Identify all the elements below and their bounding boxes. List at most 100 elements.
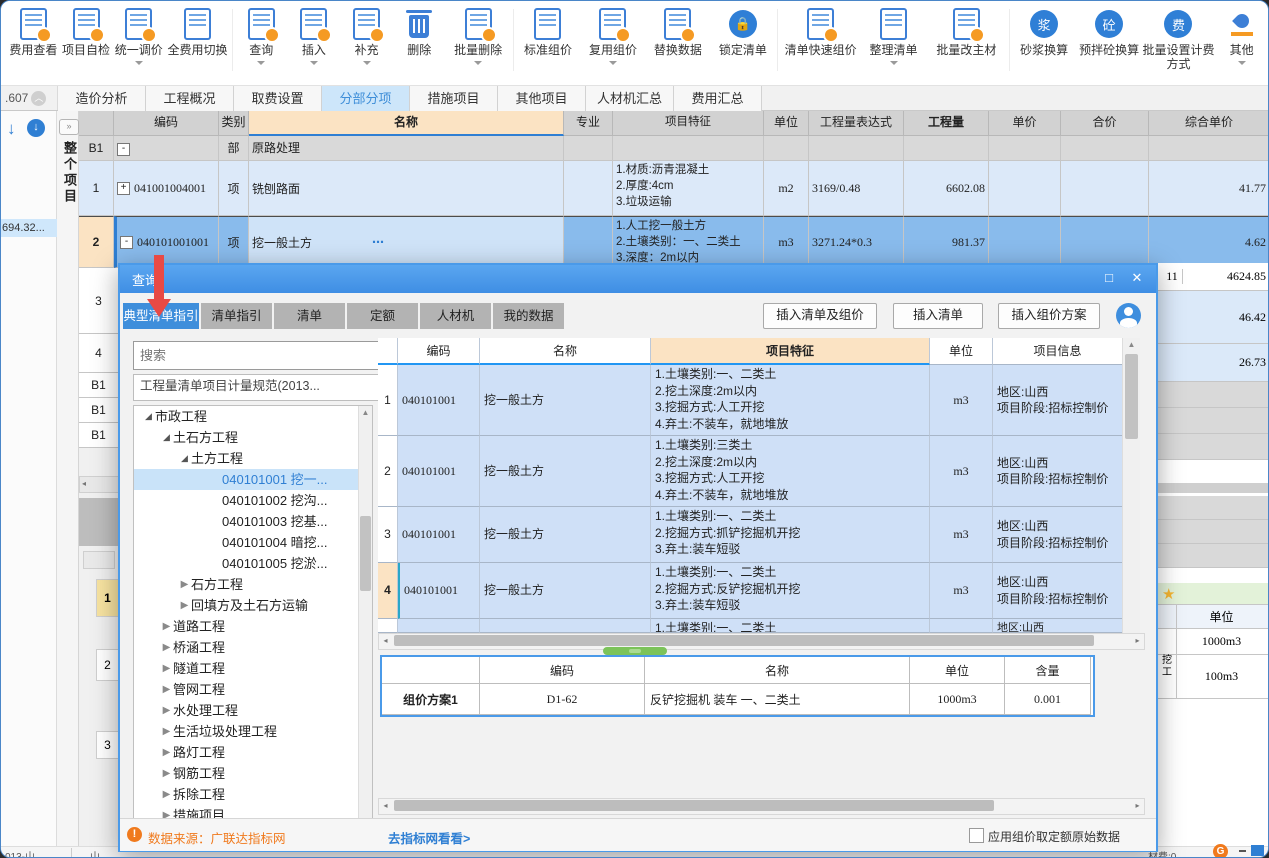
col-total-price[interactable]: 合价 [1061, 111, 1149, 136]
tree-item[interactable]: ◢土方工程 [134, 448, 372, 469]
table-row[interactable]: B1 - 部 原路处理 [79, 136, 1269, 161]
pane-splitter-handle[interactable] [603, 647, 667, 655]
scroll-right-icon[interactable]: ▸ [1131, 634, 1144, 647]
tree-item[interactable]: 040101002 挖沟... [134, 490, 372, 511]
tab-fee-settings[interactable]: 取费设置 [234, 86, 322, 111]
apply-original-quota-checkbox[interactable] [969, 828, 984, 843]
taskbar-app-icon[interactable] [1251, 845, 1264, 856]
tool-self-check[interactable]: 项目自检 [60, 5, 113, 57]
collapse-up-icon[interactable]: ︿ [31, 91, 46, 106]
tool-fee-view[interactable]: 费用查看 [7, 5, 60, 57]
tree-item[interactable]: 040101003 挖基... [134, 511, 372, 532]
tab-typical-list-guide[interactable]: 典型清单指引 [123, 303, 199, 329]
bottom-hscrollbar[interactable]: ◂ ▸ [378, 798, 1145, 815]
tab-list[interactable]: 清单 [274, 303, 345, 329]
lower-pane-tab[interactable] [83, 551, 115, 569]
tool-batch-delete[interactable]: 批量删除 [446, 5, 511, 69]
tree-item[interactable]: ▶路灯工程 [134, 742, 372, 763]
insert-list-button[interactable]: 插入清单 [893, 303, 983, 329]
plan-row[interactable]: 组价方案1 D1-62 反铲挖掘机 装车 一、二类土 1000m3 0.001 [382, 684, 1093, 715]
tab-cost-analysis[interactable]: 造价分析 [58, 86, 146, 111]
col-features[interactable]: 项目特征 [651, 338, 930, 365]
lower-row-num[interactable]: 2 [96, 649, 119, 681]
tool-lock-list[interactable]: 🔒 锁定清单 [710, 5, 775, 57]
result-row-partial[interactable]: 1.土壤类别:一、二类土 地区:山西 [378, 619, 1140, 633]
scrollbar-thumb[interactable] [1125, 354, 1138, 439]
scroll-left-icon[interactable]: ◂ [379, 799, 392, 812]
tool-concrete-convert[interactable]: 砼 预拌砼换算 [1077, 5, 1142, 57]
tool-supplement[interactable]: 补充 [340, 5, 393, 69]
col-code[interactable]: 编码 [398, 338, 480, 365]
col-composite-price[interactable]: 综合单价 [1149, 111, 1269, 136]
insert-pricing-plan-button[interactable]: 插入组价方案 [998, 303, 1100, 329]
tab-divisional-items[interactable]: 分部分项 [322, 86, 410, 111]
tool-quick-pricing[interactable]: 清单快速组价 [780, 5, 861, 57]
tree-item[interactable]: ▶道路工程 [134, 616, 372, 637]
user-avatar[interactable] [1116, 303, 1141, 328]
collapse-toggle[interactable]: - [117, 143, 130, 156]
scrollbar-thumb[interactable] [360, 516, 371, 591]
star-icon[interactable]: ★ [1162, 585, 1175, 603]
dialog-titlebar[interactable]: 查询 [120, 265, 1156, 293]
tab-my-data[interactable]: 我的数据 [493, 303, 564, 329]
tool-organize-list[interactable]: 整理清单 [861, 5, 926, 69]
tab-fee-summary[interactable]: 费用汇总 [674, 86, 762, 111]
tool-replace-data[interactable]: 替换数据 [645, 5, 710, 57]
col-unit-price[interactable]: 单价 [989, 111, 1061, 136]
insert-list-and-pricing-button[interactable]: 插入清单及组价 [763, 303, 877, 329]
result-row[interactable]: 2 040101001 挖一般土方 1.土壤类别:三类土 2.挖土深度:2m以内… [378, 436, 1140, 507]
download-icon[interactable]: ↓ [27, 119, 45, 137]
tree-item[interactable]: ◢市政工程 [134, 406, 372, 427]
minimize-icon[interactable] [1239, 850, 1246, 852]
expand-toggle[interactable]: + [117, 182, 130, 195]
tab-measure-items[interactable]: 措施项目 [410, 86, 498, 111]
col-specialty[interactable]: 专业 [564, 111, 613, 136]
tab-quota[interactable]: 定额 [347, 303, 418, 329]
tree-item[interactable]: ▶拆除工程 [134, 784, 372, 805]
tree-item[interactable]: ▶水处理工程 [134, 700, 372, 721]
tab-project-overview[interactable]: 工程概况 [146, 86, 234, 111]
more-button[interactable]: ⋯ [372, 235, 384, 249]
table-row[interactable]: 1 +041001004001 项 铣刨路面 1.材质:沥青混凝土 2.厚度:4… [79, 161, 1269, 216]
result-row[interactable]: 1 040101001 挖一般土方 1.土壤类别:一、二类土 2.挖土深度:2m… [378, 365, 1140, 436]
rail-amount[interactable]: 694.32... [1, 219, 59, 237]
scroll-up-icon[interactable]: ▲ [1123, 340, 1140, 349]
scroll-right-icon[interactable]: ▸ [1131, 799, 1144, 812]
tab-labor-material[interactable]: 人材机 [420, 303, 491, 329]
expand-panel-button[interactable]: » [59, 119, 79, 135]
tree-item[interactable]: 040101005 挖淤... [134, 553, 372, 574]
tool-query[interactable]: 查询 [235, 5, 288, 69]
tree-item-selected[interactable]: 040101001 挖一... [134, 469, 372, 490]
tree-item[interactable]: ▶回填方及土石方运输 [134, 595, 372, 616]
results-scrollbar[interactable]: ▲ [1122, 338, 1140, 633]
col-unit[interactable]: 单位 [764, 111, 809, 136]
scroll-up-icon[interactable]: ▲ [359, 406, 372, 419]
results-hscrollbar[interactable]: ◂ ▸ [378, 633, 1145, 650]
result-row-selected[interactable]: 4 040101001 挖一般土方 1.土壤类别:一、二类土 2.挖掘方式:反铲… [378, 563, 1140, 619]
col-name[interactable]: 名称 [480, 338, 651, 365]
tree-scrollbar[interactable]: ▲ ▼ [358, 406, 372, 848]
tree-item[interactable]: ◢土石方工程 [134, 427, 372, 448]
tab-other-items[interactable]: 其他项目 [498, 86, 586, 111]
col-qty-expr[interactable]: 工程量表达式 [809, 111, 904, 136]
tab-labor-material-summary[interactable]: 人材机汇总 [586, 86, 674, 111]
tree-item[interactable]: ▶管网工程 [134, 679, 372, 700]
tree-item[interactable]: ▶石方工程 [134, 574, 372, 595]
result-row[interactable]: 3 040101001 挖一般土方 1.土壤类别:一、二类土 2.挖掘方式:抓铲… [378, 507, 1140, 563]
scroll-left-icon[interactable]: ◂ [379, 634, 392, 647]
tab-list-guide[interactable]: 清单指引 [201, 303, 272, 329]
tool-unify-price[interactable]: 统一调价 [112, 5, 165, 69]
tree-item[interactable]: ▶生活垃圾处理工程 [134, 721, 372, 742]
tool-full-fee-toggle[interactable]: 全费用切换 [165, 5, 230, 57]
index-site-link[interactable]: 去指标网看看> [388, 828, 470, 847]
down-arrow-icon[interactable]: ↓ [7, 119, 16, 139]
tool-standard-pricing[interactable]: 标准组价 [516, 5, 581, 57]
lower-row-num[interactable]: 3 [96, 731, 119, 759]
tool-batch-change-material[interactable]: 批量改主材 [926, 5, 1007, 57]
col-features[interactable]: 项目特征 [613, 111, 764, 136]
tool-batch-fee-mode[interactable]: 费 批量设置计费方式 [1142, 5, 1216, 71]
tool-reuse-pricing[interactable]: 复用组价 [580, 5, 645, 69]
table-row-selected[interactable]: 2 -040101001001 项 挖一般土方⋯ 1.人工挖一般土方 2.土壤类… [79, 216, 1269, 268]
spec-select[interactable]: 工程量清单项目计量规范(2013... [133, 374, 397, 401]
tool-delete[interactable]: 删除 [393, 5, 446, 57]
